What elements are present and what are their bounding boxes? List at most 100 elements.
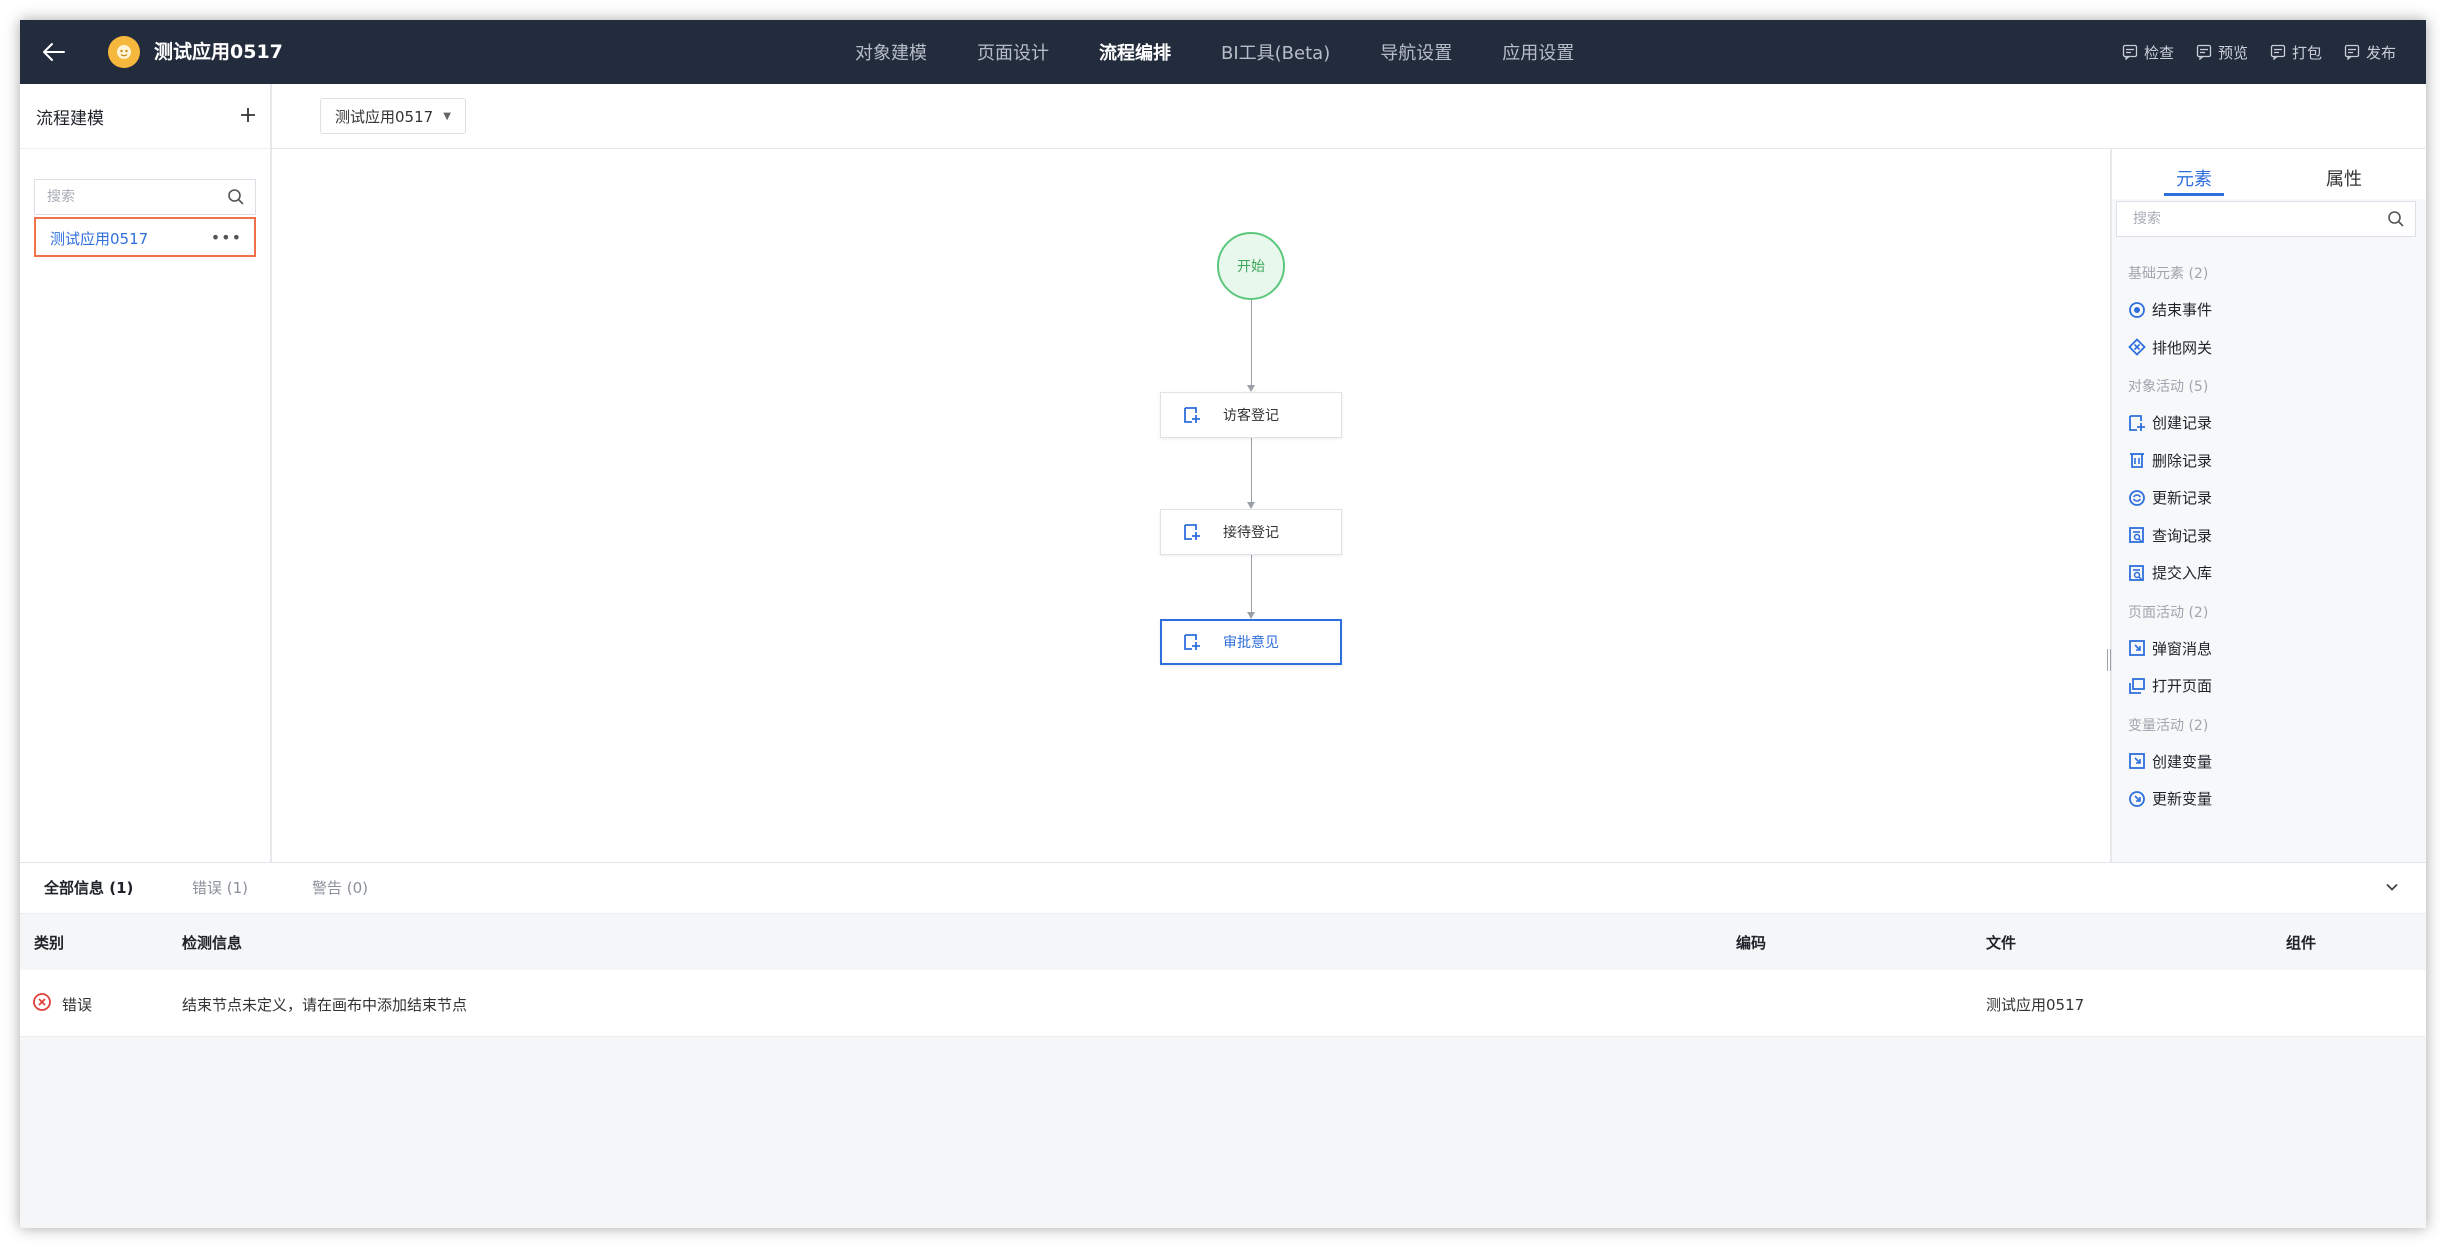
group-title-variable: 变量活动 (2) bbox=[2128, 717, 2209, 734]
preview-icon bbox=[2196, 44, 2212, 60]
task-node-label: 接待登记 bbox=[1223, 525, 1279, 541]
submit-storage-icon bbox=[2129, 564, 2144, 581]
resize-handle[interactable] bbox=[2107, 649, 2111, 671]
palette-item-label: 排他网关 bbox=[2152, 338, 2213, 357]
problems-panel: 全部信息 (1) 错误 (1) 警告 (0) 类别 检测信息 编码 文件 组件 … bbox=[20, 862, 2426, 1228]
nav-flow-orchestration[interactable]: 流程编排 bbox=[1099, 39, 1171, 65]
app-title: 测试应用0517 bbox=[154, 41, 283, 63]
flow-edge bbox=[1251, 555, 1252, 612]
palette-item-end-event[interactable]: 结束事件 bbox=[2128, 291, 2418, 329]
column-file: 文件 bbox=[1986, 934, 2017, 952]
main-nav: 对象建模 页面设计 流程编排 BI工具(Beta) 导航设置 应用设置 bbox=[830, 20, 1599, 84]
nav-app-settings[interactable]: 应用设置 bbox=[1502, 39, 1574, 65]
palette-item-label: 更新变量 bbox=[2152, 790, 2213, 809]
problems-tabs: 全部信息 (1) 错误 (1) 警告 (0) bbox=[20, 863, 2426, 914]
tab-elements[interactable]: 元素 bbox=[2176, 165, 2212, 191]
flow-item-label: 测试应用0517 bbox=[50, 230, 149, 248]
column-message: 检测信息 bbox=[182, 934, 243, 952]
palette-item-delete-record[interactable]: 删除记录 bbox=[2128, 442, 2418, 480]
palette-item-label: 删除记录 bbox=[2152, 451, 2213, 470]
error-icon bbox=[32, 992, 52, 1016]
create-task-icon bbox=[1183, 406, 1201, 428]
group-title-object: 对象活动 (5) bbox=[2128, 379, 2209, 395]
palette-item-update-record[interactable]: 更新记录 bbox=[2128, 479, 2418, 517]
back-arrow-icon[interactable] bbox=[34, 32, 74, 72]
nav-bi-tools[interactable]: BI工具(Beta) bbox=[1221, 39, 1330, 65]
palette-item-label: 创建记录 bbox=[2152, 414, 2213, 433]
delete-record-icon bbox=[2130, 453, 2144, 469]
task-node-label: 访客登记 bbox=[1223, 408, 1279, 424]
caret-down-icon: ▼ bbox=[443, 110, 451, 122]
tab-errors[interactable]: 错误 (1) bbox=[192, 877, 248, 898]
palette-item-update-variable[interactable]: 更新变量 bbox=[2128, 780, 2418, 818]
tab-all-info[interactable]: 全部信息 (1) bbox=[44, 877, 133, 898]
publish-label: 发布 bbox=[2365, 43, 2396, 62]
nav-object-modeling[interactable]: 对象建模 bbox=[855, 39, 927, 65]
task-node-visitor-register[interactable]: 访客登记 bbox=[1160, 392, 1342, 438]
flow-list-title: 流程建模 bbox=[36, 109, 104, 129]
problems-table-header: 类别 检测信息 编码 文件 组件 bbox=[20, 914, 2426, 971]
update-record-icon bbox=[2129, 489, 2145, 506]
package-button[interactable]: 打包 bbox=[2270, 42, 2322, 63]
palette-item-label: 创建变量 bbox=[2152, 752, 2213, 771]
end-event-icon bbox=[2129, 301, 2145, 318]
palette-tabs: 元素 属性 bbox=[2112, 149, 2426, 199]
flow-list-header: 流程建模 bbox=[20, 84, 270, 149]
create-record-icon bbox=[2129, 414, 2145, 431]
flow-canvas[interactable]: 开始 访客登记 接待登记 审批意见 bbox=[272, 149, 2110, 862]
canvas-toolbar: 测试应用0517 ▼ bbox=[272, 84, 2426, 149]
task-node-label: 审批意见 bbox=[1223, 635, 1279, 651]
create-task-icon bbox=[1183, 523, 1201, 545]
task-node-approval-opinion[interactable]: 审批意见 bbox=[1160, 619, 1342, 665]
package-icon bbox=[2270, 44, 2286, 60]
chevron-down-icon[interactable] bbox=[2382, 877, 2402, 901]
group-title-basic: 基础元素 (2) bbox=[2128, 266, 2209, 282]
palette-item-popup-message[interactable]: 弹窗消息 bbox=[2128, 630, 2418, 668]
top-bar: 测试应用0517 对象建模 页面设计 流程编排 BI工具(Beta) 导航设置 … bbox=[20, 20, 2426, 84]
row-category: 错误 bbox=[62, 996, 93, 1014]
preview-button[interactable]: 预览 bbox=[2196, 42, 2248, 63]
palette-item-label: 更新记录 bbox=[2152, 489, 2213, 508]
flow-list-item[interactable]: 测试应用0517 ••• bbox=[34, 217, 256, 257]
update-variable-icon bbox=[2129, 790, 2145, 807]
tab-warnings[interactable]: 警告 (0) bbox=[312, 877, 368, 898]
add-flow-icon[interactable] bbox=[235, 102, 261, 128]
palette-item-query-record[interactable]: 查询记录 bbox=[2128, 517, 2418, 555]
nav-page-design[interactable]: 页面设计 bbox=[977, 39, 1049, 65]
table-row[interactable]: 错误 结束节点未定义，请在画布中添加结束节点 测试应用0517 bbox=[20, 970, 2426, 1037]
element-search-box bbox=[2116, 201, 2416, 237]
palette-item-exclusive-gateway[interactable]: 排他网关 bbox=[2128, 329, 2418, 367]
start-node[interactable]: 开始 bbox=[1217, 232, 1285, 300]
app-logo-icon bbox=[108, 36, 140, 68]
tab-properties[interactable]: 属性 bbox=[2326, 165, 2362, 191]
check-button[interactable]: 检查 bbox=[2122, 42, 2174, 63]
publish-button[interactable]: 发布 bbox=[2344, 42, 2396, 63]
task-node-reception-register[interactable]: 接待登记 bbox=[1160, 509, 1342, 555]
palette-item-label: 提交入库 bbox=[2152, 564, 2213, 583]
check-label: 检查 bbox=[2143, 43, 2174, 62]
flow-list-panel: 流程建模 测试应用0517 ••• bbox=[20, 84, 272, 862]
app-window: 测试应用0517 对象建模 页面设计 流程编排 BI工具(Beta) 导航设置 … bbox=[20, 20, 2426, 1228]
flow-edge-arrow bbox=[1247, 385, 1255, 392]
palette-item-label: 查询记录 bbox=[2152, 526, 2213, 545]
palette-item-label: 结束事件 bbox=[2152, 301, 2213, 320]
palette-item-create-record[interactable]: 创建记录 bbox=[2128, 404, 2418, 442]
flow-search-input[interactable] bbox=[45, 180, 219, 214]
element-search-input[interactable] bbox=[2131, 202, 2385, 236]
flow-edge-arrow bbox=[1247, 612, 1255, 619]
column-category: 类别 bbox=[34, 934, 65, 952]
flow-selector-dropdown[interactable]: 测试应用0517 ▼ bbox=[320, 98, 466, 134]
create-task-icon bbox=[1183, 633, 1201, 655]
palette-item-label: 打开页面 bbox=[2152, 677, 2213, 696]
more-options-icon[interactable]: ••• bbox=[211, 228, 242, 247]
nav-navigation-settings[interactable]: 导航设置 bbox=[1380, 39, 1452, 65]
check-icon bbox=[2122, 44, 2138, 60]
palette-item-open-page[interactable]: 打开页面 bbox=[2128, 667, 2418, 705]
palette-item-submit-storage[interactable]: 提交入库 bbox=[2128, 554, 2418, 592]
search-icon[interactable] bbox=[227, 188, 245, 210]
palette-item-create-variable[interactable]: 创建变量 bbox=[2128, 743, 2418, 781]
gateway-icon bbox=[2128, 338, 2146, 357]
search-icon[interactable] bbox=[2387, 210, 2405, 232]
row-file[interactable]: 测试应用0517 bbox=[1986, 994, 2084, 1015]
query-record-icon bbox=[2129, 527, 2144, 544]
